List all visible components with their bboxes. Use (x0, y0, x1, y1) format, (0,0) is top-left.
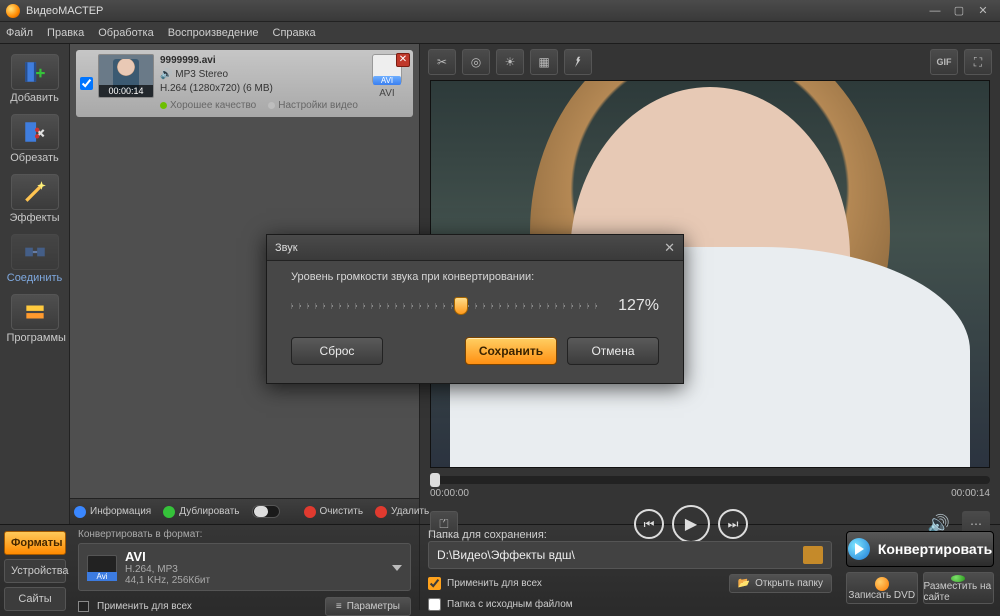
convert-to-label: Конвертировать в формат: (78, 529, 411, 540)
filmstrip-plus-icon (11, 54, 59, 90)
disc-icon (875, 577, 889, 591)
open-folder-button[interactable]: 📂Открыть папку (729, 574, 832, 593)
apply-all-checkbox2[interactable] (428, 577, 441, 590)
footer-clear[interactable]: Очистить (304, 506, 364, 518)
clip-filename: 9999999.avi (160, 55, 216, 66)
tool-speed-icon[interactable] (564, 49, 592, 75)
tool-film-icon[interactable]: ▦ (530, 49, 558, 75)
tool-brightness-icon[interactable]: ☀ (496, 49, 524, 75)
menu-bar: Файл Правка Обработка Воспроизведение Сп… (0, 22, 1000, 44)
footer-delete[interactable]: Удалить (375, 506, 429, 518)
window-close[interactable]: ✕ (972, 3, 994, 19)
sidebar-join[interactable]: Соединить (7, 234, 63, 284)
sliders-icon: ≡ (336, 601, 342, 612)
sidebar: Добавить Обрезать Эффекты Соединить Прог… (0, 44, 70, 524)
dialog-title: Звук (275, 242, 298, 254)
footer-duplicate[interactable]: Дублировать (163, 506, 239, 518)
menu-playback[interactable]: Воспроизведение (168, 27, 259, 39)
tab-formats[interactable]: Форматы (4, 531, 66, 555)
filmstrip-scissors-icon (11, 114, 59, 150)
footer-info[interactable]: Информация (74, 506, 151, 518)
sidebar-effects[interactable]: Эффекты (7, 174, 63, 224)
menu-edit[interactable]: Правка (47, 27, 84, 39)
app-title: ВидеоМАСТЕР (26, 5, 103, 17)
time-current: 00:00:00 (430, 488, 469, 499)
cancel-button[interactable]: Отмена (567, 337, 659, 365)
tool-crop-icon[interactable]: ✂ (428, 49, 456, 75)
window-minimize[interactable]: — (924, 3, 946, 19)
clip-row[interactable]: 9999999.avi 🔊 MP3 Stereo H.264 (1280x720… (76, 50, 413, 117)
window-maximize[interactable]: ▢ (948, 3, 970, 19)
apply-all-checkbox[interactable] (78, 601, 89, 612)
src-folder-checkbox[interactable] (428, 598, 441, 611)
tool-fullscreen-icon[interactable]: ⛶ (964, 49, 992, 75)
sound-dialog: Звук ✕ Уровень громкости звука при конве… (266, 234, 684, 384)
wand-icon (11, 174, 59, 210)
save-path-field[interactable]: D:\Видео\Эффекты вдш\ (428, 541, 832, 569)
params-button[interactable]: ≡Параметры (325, 597, 411, 616)
convert-button[interactable]: Конвертировать (846, 531, 994, 567)
upload-button[interactable]: Разместить на сайте (923, 572, 995, 604)
clip-remove[interactable]: ✕ (396, 53, 410, 67)
volume-value: 127% (618, 297, 659, 315)
tool-snapshot-icon[interactable]: ◎ (462, 49, 490, 75)
bottom-bar: Форматы Устройства Сайты Конвертировать … (0, 524, 1000, 610)
menu-process[interactable]: Обработка (98, 27, 153, 39)
sidebar-programs[interactable]: Программы (7, 294, 63, 344)
menu-file[interactable]: Файл (6, 27, 33, 39)
seek-slider[interactable] (430, 476, 990, 484)
write-dvd-button[interactable]: Записать DVD (846, 572, 918, 604)
tab-devices[interactable]: Устройства (4, 559, 66, 583)
sidebar-cut[interactable]: Обрезать (7, 114, 63, 164)
time-total: 00:00:14 (951, 488, 990, 499)
save-path-label: Папка для сохранения: (428, 529, 832, 541)
join-icon (11, 234, 59, 270)
menu-help[interactable]: Справка (273, 27, 316, 39)
save-button[interactable]: Сохранить (465, 337, 557, 365)
tool-gif-icon[interactable]: GIF (930, 49, 958, 75)
browse-folder-icon[interactable] (803, 546, 823, 564)
reset-button[interactable]: Сброс (291, 337, 383, 365)
title-bar: ВидеоМАСТЕР — ▢ ✕ (0, 0, 1000, 22)
dialog-close[interactable]: ✕ (664, 240, 675, 256)
sidebar-add[interactable]: Добавить (7, 54, 63, 104)
format-selector[interactable]: AVI H.264, MP344,1 KHz, 256Кбит (78, 543, 411, 591)
slider-thumb[interactable] (454, 297, 468, 315)
volume-slider[interactable] (291, 305, 600, 307)
folder-icon: 📂 (738, 578, 750, 589)
tab-sites[interactable]: Сайты (4, 587, 66, 611)
clip-thumbnail[interactable] (98, 54, 154, 98)
avi-icon (87, 555, 117, 581)
dialog-label: Уровень громкости звука при конвертирова… (291, 271, 659, 283)
app-logo (6, 4, 20, 18)
play-circle-icon (848, 538, 870, 560)
chevron-down-icon (392, 565, 402, 571)
list-footer: Информация Дублировать Очистить Удалить (70, 498, 419, 524)
footer-toggle[interactable] (252, 505, 280, 518)
clip-checkbox[interactable] (80, 77, 93, 90)
apps-icon (11, 294, 59, 330)
